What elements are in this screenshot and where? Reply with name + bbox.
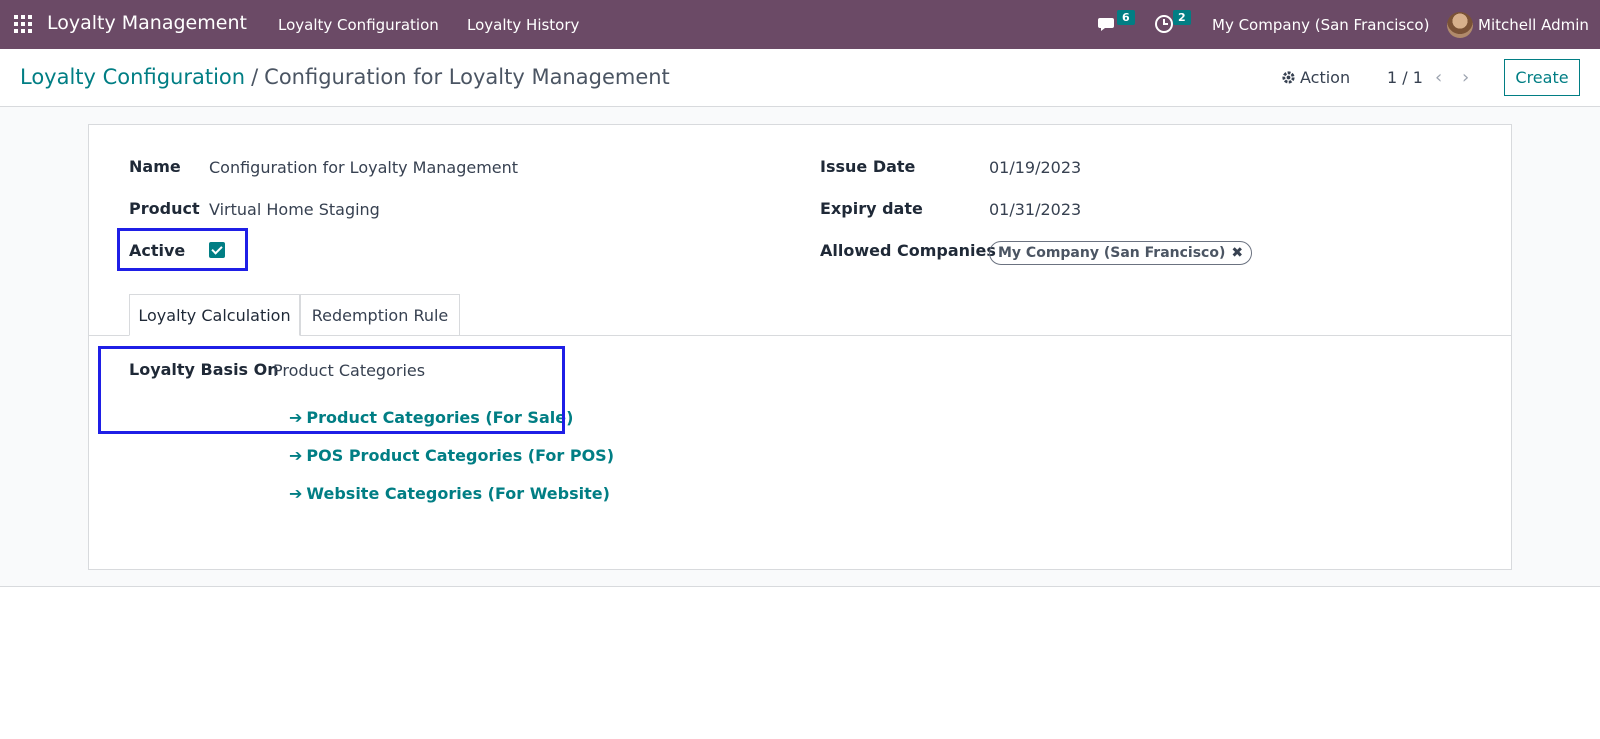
breadcrumb-parent[interactable]: Loyalty Configuration [20, 65, 245, 89]
menu-loyalty-history[interactable]: Loyalty History [467, 16, 579, 34]
link-label: POS Product Categories (For POS) [306, 446, 614, 465]
user-menu[interactable]: Mitchell Admin [1478, 16, 1589, 34]
issue-date-label: Issue Date [820, 157, 916, 176]
link-pos-categories[interactable]: ➔ POS Product Categories (For POS) [289, 446, 614, 465]
chat-icon[interactable] [1097, 14, 1117, 34]
app-title[interactable]: Loyalty Management [47, 12, 247, 34]
breadcrumb: Loyalty Configuration / Configuration for … [20, 65, 670, 89]
breadcrumb-separator: / [251, 65, 259, 89]
arrow-right-icon: ➔ [289, 484, 303, 503]
issue-date-field[interactable]: 01/19/2023 [989, 158, 1081, 177]
apps-grid-icon[interactable] [14, 15, 32, 33]
user-avatar[interactable] [1447, 12, 1473, 38]
pager-next-icon[interactable]: › [1462, 67, 1469, 88]
messages-badge: 6 [1117, 10, 1135, 25]
product-field[interactable]: Virtual Home Staging [209, 200, 380, 219]
tab-redemption-rule[interactable]: Redemption Rule [300, 294, 460, 336]
pager-prev-icon[interactable]: ‹ [1435, 67, 1442, 88]
breadcrumb-current: Configuration for Loyalty Management [264, 65, 670, 89]
expiry-date-label: Expiry date [820, 199, 923, 218]
tag-remove-icon[interactable]: ✖ [1231, 245, 1243, 261]
link-label: Website Categories (For Website) [306, 484, 610, 503]
product-label: Product [129, 199, 200, 218]
company-switcher[interactable]: My Company (San Francisco) [1212, 16, 1429, 34]
company-tag[interactable]: My Company (San Francisco) ✖ [989, 241, 1253, 265]
clock-icon[interactable] [1154, 14, 1174, 34]
highlight-active [117, 228, 248, 271]
expiry-date-field[interactable]: 01/31/2023 [989, 200, 1081, 219]
tab-loyalty-calculation[interactable]: Loyalty Calculation [129, 294, 300, 336]
company-tag-label: My Company (San Francisco) [998, 245, 1226, 261]
arrow-right-icon: ➔ [289, 446, 303, 465]
action-button[interactable]: Action [1300, 68, 1350, 87]
link-website-categories[interactable]: ➔ Website Categories (For Website) [289, 484, 610, 503]
allowed-companies-label: Allowed Companies [820, 241, 996, 260]
gear-icon [1282, 71, 1295, 84]
name-label: Name [129, 157, 181, 176]
activities-badge: 2 [1173, 10, 1191, 25]
pager-value[interactable]: 1 / 1 [1387, 68, 1423, 87]
menu-loyalty-configuration[interactable]: Loyalty Configuration [278, 16, 439, 34]
highlight-loyalty-basis [98, 346, 565, 434]
create-button[interactable]: Create [1504, 59, 1580, 96]
top-navbar: Loyalty Management Loyalty Configuration… [0, 0, 1600, 49]
control-panel: Loyalty Configuration / Configuration for … [0, 49, 1600, 107]
name-field[interactable]: Configuration for Loyalty Management [209, 158, 518, 177]
